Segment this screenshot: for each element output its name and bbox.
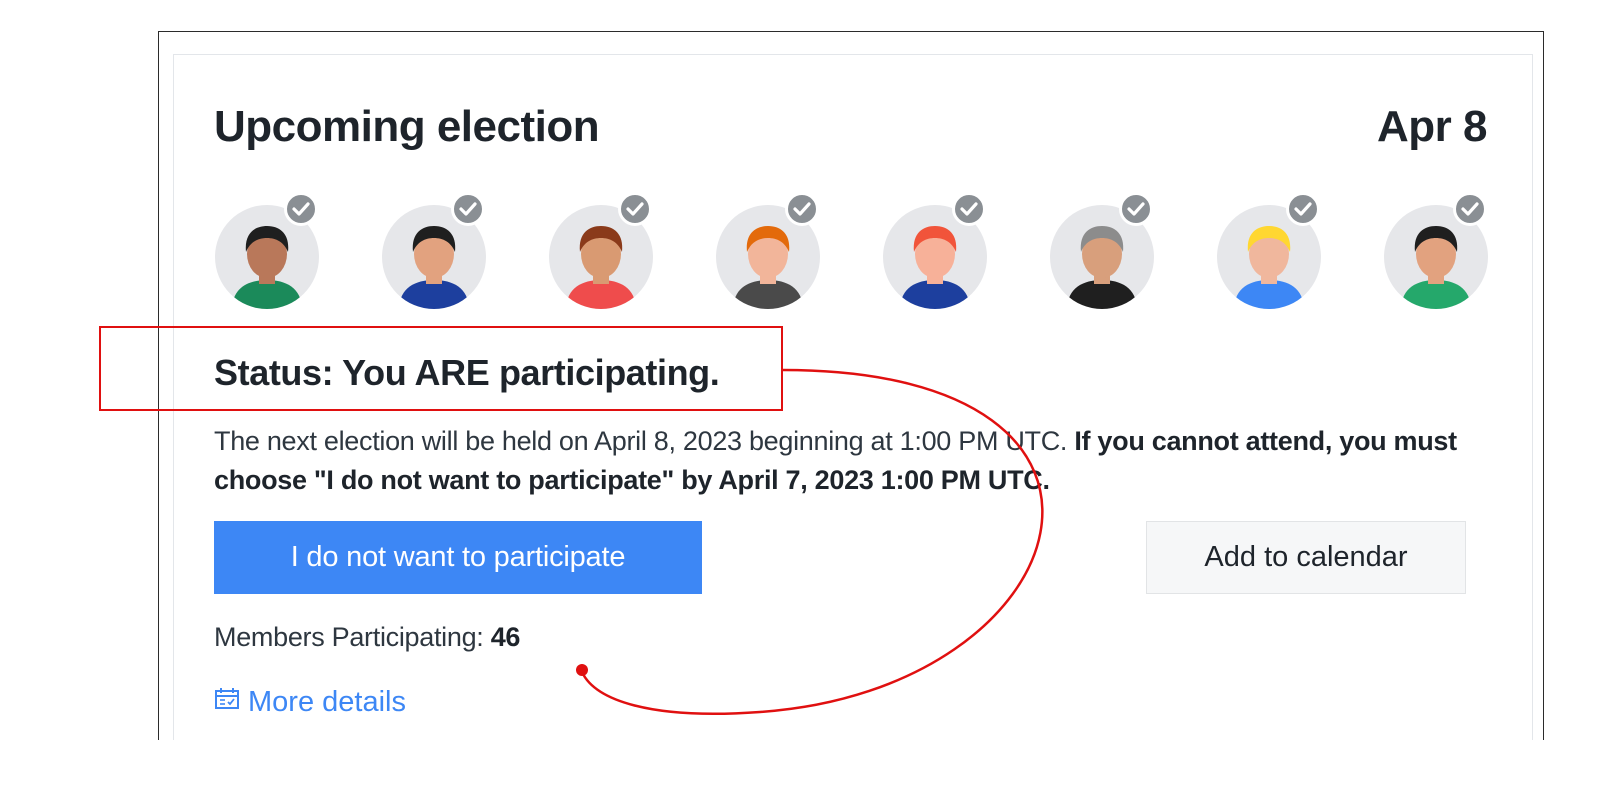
participant-avatar xyxy=(882,192,988,309)
election-description: The next election will be held on April … xyxy=(214,422,1464,500)
check-icon xyxy=(284,192,318,226)
calendar-icon xyxy=(214,686,240,719)
participant-avatar xyxy=(1049,192,1155,309)
more-details-label: More details xyxy=(248,686,406,718)
members-participating: Members Participating: 46 xyxy=(214,622,520,653)
description-text: The next election will be held on April … xyxy=(214,426,1075,456)
check-icon xyxy=(1453,192,1487,226)
election-date: Apr 8 xyxy=(1377,102,1487,151)
status-annotation-box xyxy=(99,326,783,411)
check-icon xyxy=(451,192,485,226)
check-icon xyxy=(952,192,986,226)
check-icon xyxy=(1286,192,1320,226)
more-details-link[interactable]: More details xyxy=(214,686,406,719)
participant-avatars xyxy=(214,192,1504,312)
participant-avatar xyxy=(1383,192,1489,309)
check-icon xyxy=(1119,192,1153,226)
page-title: Upcoming election xyxy=(214,102,600,151)
participant-avatar xyxy=(214,192,320,309)
participant-avatar xyxy=(381,192,487,309)
participant-avatar xyxy=(548,192,654,309)
participant-avatar xyxy=(715,192,821,309)
decline-participation-button[interactable]: I do not want to participate xyxy=(214,521,702,594)
members-label: Members Participating: xyxy=(214,622,491,652)
add-to-calendar-button[interactable]: Add to calendar xyxy=(1146,521,1466,594)
participant-avatar xyxy=(1216,192,1322,309)
check-icon xyxy=(618,192,652,226)
members-count: 46 xyxy=(490,622,521,652)
check-icon xyxy=(785,192,819,226)
